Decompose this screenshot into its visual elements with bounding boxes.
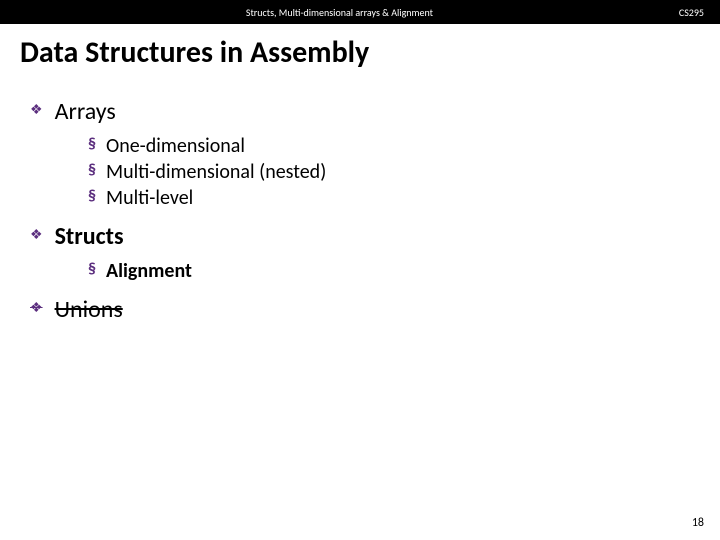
sub-item-label: Alignment	[106, 259, 192, 283]
header-bar: Structs, Multi-dimensional arrays & Alig…	[0, 0, 720, 24]
sub-list-item: § One-dimensional	[88, 134, 690, 158]
sub-list-item: § Alignment	[88, 259, 690, 283]
sub-list-item: § Multi-level	[88, 186, 690, 210]
list-item: ❖ Arrays	[30, 97, 690, 126]
header-course: CS295	[679, 6, 704, 19]
slide-content: ❖ Arrays § One-dimensional § Multi-dimen…	[0, 97, 720, 324]
sub-item-label: One-dimensional	[106, 134, 245, 158]
square-bullet-icon: §	[88, 259, 96, 281]
item-label: Unions	[55, 295, 123, 324]
square-bullet-icon: §	[88, 186, 96, 208]
square-bullet-icon: §	[88, 160, 96, 182]
list-item: ❖ Unions	[30, 295, 690, 324]
sub-item-label: Multi-dimensional (nested)	[106, 160, 326, 184]
item-label: Arrays	[55, 97, 116, 126]
sub-list: § One-dimensional § Multi-dimensional (n…	[88, 134, 690, 210]
sub-item-label: Multi-level	[106, 186, 193, 210]
item-label: Structs	[55, 222, 124, 251]
header-topic: Structs, Multi-dimensional arrays & Alig…	[0, 6, 679, 19]
slide-title: Data Structures in Assembly	[0, 24, 720, 87]
square-bullet-icon: §	[88, 134, 96, 156]
diamond-bullet-icon: ❖	[30, 228, 43, 242]
diamond-bullet-icon: ❖	[30, 301, 43, 315]
diamond-bullet-icon: ❖	[30, 103, 43, 117]
page-number: 18	[692, 516, 704, 530]
list-item: ❖ Structs	[30, 222, 690, 251]
sub-list-item: § Multi-dimensional (nested)	[88, 160, 690, 184]
sub-list: § Alignment	[88, 259, 690, 283]
